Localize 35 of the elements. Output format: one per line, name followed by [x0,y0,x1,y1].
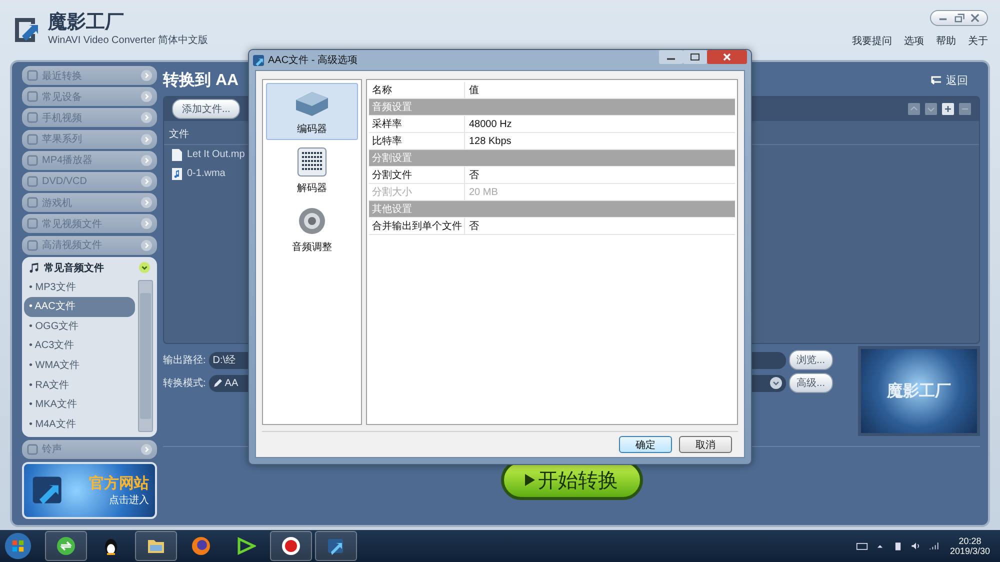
category-label: 铃声 [42,442,63,456]
column-header: 值 [468,84,479,97]
group-row: 其他设置 [369,201,735,218]
property-name: 分割文件 [369,167,465,183]
property-value: 否 [468,169,479,182]
property-value: 20 MB [468,186,498,198]
property-name: 分割大小 [369,184,465,200]
app-title: 魔影工厂 [48,13,125,33]
category-label: 常见音频文件 [44,261,105,275]
column-header: 名称 [369,82,465,98]
group-row: 音频设置 [369,99,735,116]
property-name: 采样率 [369,116,465,132]
category-label: 高清视频文件 [42,238,103,252]
category-label: 最近转换 [42,70,83,82]
category-label: 苹果系列 [42,132,83,146]
property-name: 比特率 [369,133,465,149]
mode-label: 转换模式: [163,376,206,390]
category-label: 常见视频文件 [42,218,103,231]
category-label: 手机视频 [42,112,83,125]
group-row: 分割设置 [369,150,735,167]
banner-subtitle: 点击进入 [109,494,149,507]
app-subtitle: WinAVI Video Converter 简体中文版 [48,34,208,47]
category-label: DVD/VCD [42,176,88,187]
property-value: 128 Kbps [468,136,512,146]
page-title: 转换到 AA [163,70,239,90]
banner-title: 官方网站 [89,474,149,493]
preview-logo-text: 魔影工厂 [887,381,951,402]
output-path-label: 输出路径: [163,354,206,367]
category-label: MP4播放器 [42,154,94,168]
property-name: 合并输出到单个文件 [369,218,465,234]
property-value: 48000 Hz [468,118,512,130]
category-label: 游戏机 [42,196,73,210]
dialog-title: AAC文件 - 高级选项 [268,54,358,67]
property-value: 否 [468,220,479,233]
category-label: 常见设备 [42,90,83,104]
